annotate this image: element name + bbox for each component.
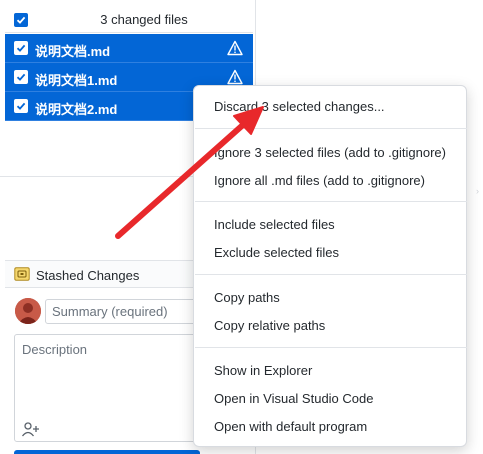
menu-item-open-default-program[interactable]: Open with default program	[214, 419, 367, 434]
file-name: 说明文档.md	[35, 44, 111, 59]
menu-separator	[195, 347, 467, 348]
file-row[interactable]: 说明文档.md	[5, 34, 253, 63]
avatar[interactable]	[15, 298, 41, 324]
menu-item-show-in-explorer[interactable]: Show in Explorer	[214, 363, 312, 378]
menu-separator	[195, 274, 467, 275]
file-checkbox[interactable]	[14, 41, 28, 55]
select-all-checkbox[interactable]	[14, 13, 28, 27]
stashed-changes-label: Stashed Changes	[36, 268, 140, 283]
file-checkbox[interactable]	[14, 99, 28, 113]
file-checkbox[interactable]	[14, 70, 28, 84]
changed-files-count: 3 changed files	[100, 12, 188, 27]
stash-icon	[14, 267, 30, 281]
file-name: 说明文档1.md	[35, 73, 118, 88]
warning-icon	[227, 69, 243, 85]
changed-files-header: 3 changed files	[5, 7, 253, 33]
add-coauthor-icon[interactable]	[21, 421, 41, 437]
menu-item-ignore-selected[interactable]: Ignore 3 selected files (add to .gitigno…	[214, 145, 446, 160]
menu-item-include-selected[interactable]: Include selected files	[214, 217, 335, 232]
avatar-image	[15, 298, 41, 324]
file-name: 说明文档2.md	[35, 102, 118, 117]
description-textarea[interactable]: Description	[14, 334, 200, 442]
menu-separator	[195, 201, 467, 202]
commit-button[interactable]	[14, 450, 200, 454]
context-menu: Discard 3 selected changes... Ignore 3 s…	[193, 85, 467, 447]
summary-input[interactable]	[45, 299, 200, 324]
menu-item-exclude-selected[interactable]: Exclude selected files	[214, 245, 339, 260]
description-placeholder: Description	[22, 342, 88, 357]
menu-item-discard-changes[interactable]: Discard 3 selected changes...	[214, 99, 385, 114]
warning-icon	[227, 40, 243, 56]
menu-item-copy-relative-paths[interactable]: Copy relative paths	[214, 318, 325, 333]
menu-item-copy-paths[interactable]: Copy paths	[214, 290, 280, 305]
collapsed-arrow-icon: ›	[476, 186, 479, 196]
menu-item-ignore-all-md[interactable]: Ignore all .md files (add to .gitignore)	[214, 173, 425, 188]
menu-separator	[195, 128, 467, 129]
menu-item-open-in-vscode[interactable]: Open in Visual Studio Code	[214, 391, 373, 406]
